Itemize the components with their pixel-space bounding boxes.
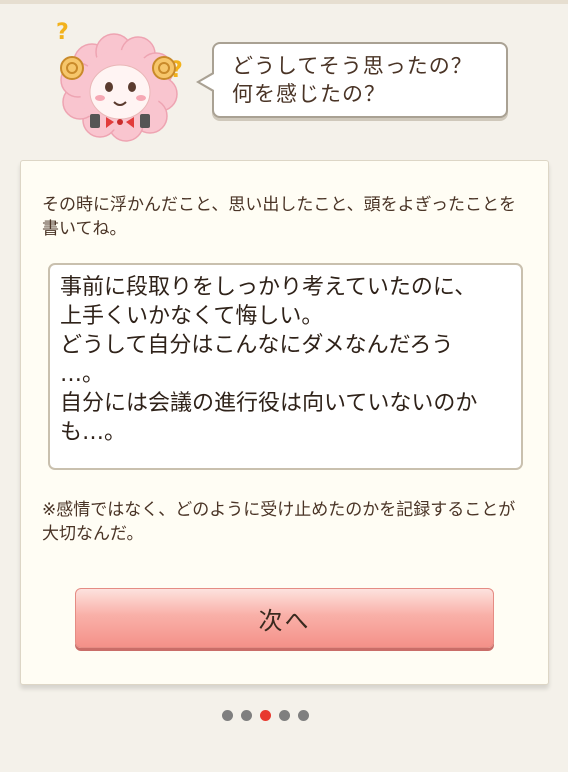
next-button[interactable]: 次へ [75,588,494,648]
page-indicator [222,710,309,721]
page-dot-active [260,710,271,721]
bubble-question-1: どうしてそう思ったの？ [232,54,473,78]
page-dot [298,710,309,721]
page-dot [222,710,233,721]
instruction-text: その時に浮かんだこと、思い出したこと、頭をよぎったことを書いてね。 [42,195,516,239]
bubble-question-2: 何を感じたの？ [232,82,386,106]
thought-textarea[interactable]: 事前に段取りをしっかり考えていたのに、 上手くいかなくて悔しい。 どうして自分は… [48,263,523,470]
sheep-mascot-icon: ? ? [52,20,200,144]
top-edge [0,0,568,4]
bubble-tail-inner [200,74,214,90]
speech-bubble: どうしてそう思ったの？ 何を感じたの？ [212,42,508,118]
page-dot [279,710,290,721]
note-text: ※感情ではなく、どのように受け止めたのかを記録することが大切なんだ。 [42,500,516,544]
entry-card: その時に浮かんだこと、思い出したこと、頭をよぎったことを書いてね。 事前に段取り… [20,160,549,685]
page-dot [241,710,252,721]
